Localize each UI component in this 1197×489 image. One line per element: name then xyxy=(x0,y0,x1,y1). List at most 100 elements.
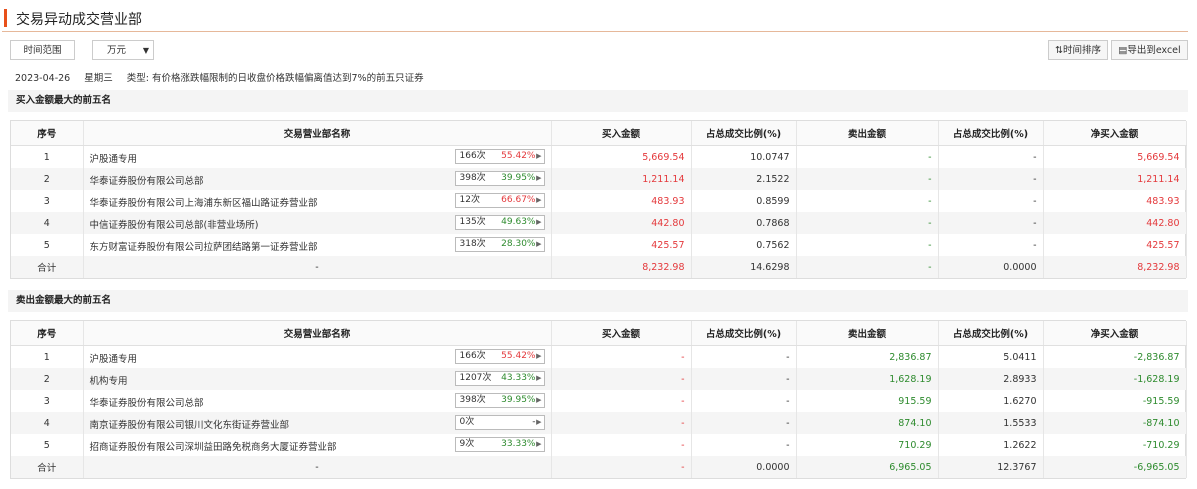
table-row[interactable]: 4 中信证券股份有限公司总部(非营业场所) 135次 49.63% ▶ 442.80 0.7… xyxy=(11,212,1187,234)
total-label: 合计 xyxy=(11,456,84,478)
broker-win-rate: 39.95% xyxy=(501,395,536,405)
row-buy-ratio: 0.7868 xyxy=(691,212,797,234)
table-row[interactable]: 3 华泰证券股份有限公司上海浦东新区福山路证券营业部 12次 66.67% ▶ 483.9… xyxy=(11,190,1187,212)
broker-count: 398次 xyxy=(459,173,486,183)
broker-stat-badge[interactable]: 1207次 43.33% ▶ xyxy=(454,371,545,386)
buy-table-panel: 序号 交易营业部名称 买入金额 占总成交比例(%) 卖出金额 占总成交比例(%)… xyxy=(10,120,1187,279)
broker-stat-badge[interactable]: 12次 66.67% ▶ xyxy=(454,193,545,208)
row-name-cell: 华泰证券股份有限公司上海浦东新区福山路证券营业部 12次 66.67% ▶ xyxy=(83,190,552,212)
total-buy-amount: 8,232.98 xyxy=(551,256,692,278)
time-range-button[interactable]: 时间范围 xyxy=(10,40,75,60)
total-net-amount: 8,232.98 xyxy=(1043,256,1187,278)
row-net-amount: -915.59 xyxy=(1043,390,1187,412)
broker-stat-badge[interactable]: 0次 - ▶ xyxy=(454,415,545,430)
row-sell-ratio: - xyxy=(938,145,1044,168)
row-net-amount: 442.80 xyxy=(1043,212,1187,234)
table-row[interactable]: 4 南京证券股份有限公司银川文化东街证券营业部 0次 - ▶ - -874.10 1.5533… xyxy=(11,412,1187,434)
row-net-amount: -1,628.19 xyxy=(1043,368,1187,390)
total-buy-ratio: 0.0000 xyxy=(691,456,797,478)
row-sell-ratio: 2.8933 xyxy=(938,368,1044,390)
row-buy-ratio: - xyxy=(691,412,797,434)
broker-count: 1207次 xyxy=(459,373,492,383)
broker-name-link[interactable]: 华泰证券股份有限公司上海浦东新区福山路证券营业部 xyxy=(90,195,318,209)
broker-name-link[interactable]: 招商证券股份有限公司深圳益田路免税商务大厦证券营业部 xyxy=(90,439,337,453)
buy-table: 序号 交易营业部名称 买入金额 占总成交比例(%) 卖出金额 占总成交比例(%)… xyxy=(11,121,1187,278)
row-no: 3 xyxy=(11,190,84,212)
table-row[interactable]: 3 华泰证券股份有限公司总部 398次 39.95% ▶ - -915.59 1.6270 -9… xyxy=(11,390,1187,412)
unit-select-value: 万元 xyxy=(107,45,127,56)
row-buy-amount: 1,211.14 xyxy=(551,168,692,190)
chevron-right-icon: ▶ xyxy=(536,152,542,160)
row-sell-ratio: - xyxy=(938,234,1044,256)
broker-stat-badge[interactable]: 318次 28.30% ▶ xyxy=(454,237,545,252)
broker-name-link[interactable]: 机构专用 xyxy=(90,373,128,387)
table-row[interactable]: 1 沪股通专用 166次 55.42% ▶ - -2,836.87 5.0411 -2,836.… xyxy=(11,345,1187,368)
table-row[interactable]: 2 机构专用 1207次 43.33% ▶ - -1,628.19 2.8933 -1,628.… xyxy=(11,368,1187,390)
broker-name-link[interactable]: 沪股通专用 xyxy=(90,351,138,365)
broker-name-link[interactable]: 中信证券股份有限公司总部(非营业场所) xyxy=(90,217,259,231)
row-no: 4 xyxy=(11,412,84,434)
row-buy-amount: - xyxy=(551,434,692,456)
col-header-buy: 买入金额 xyxy=(551,121,692,146)
sort-icon: ⇅ xyxy=(1055,45,1063,56)
title-bar: 交易异动成交营业部 xyxy=(2,5,1188,32)
toolbar: 时间范围 万元 ▼ ⇅时间排序 ▤导出到excel xyxy=(10,40,1190,62)
col-header-name: 交易营业部名称 xyxy=(83,321,552,346)
row-sell-amount: - xyxy=(796,168,939,190)
row-net-amount: -2,836.87 xyxy=(1043,345,1187,368)
info-weekday: 星期三 xyxy=(84,73,113,84)
table-row[interactable]: 2 华泰证券股份有限公司总部 398次 39.95% ▶ 1,211.14 2.1522- -… xyxy=(11,168,1187,190)
broker-stat-badge[interactable]: 398次 39.95% ▶ xyxy=(454,171,545,186)
broker-stat-badge[interactable]: 166次 55.42% ▶ xyxy=(454,149,545,164)
broker-stat-badge[interactable]: 166次 55.42% ▶ xyxy=(454,349,545,364)
table-row[interactable]: 1 沪股通专用 166次 55.42% ▶ 5,669.54 10.0747- -5,669.… xyxy=(11,145,1187,168)
export-excel-button[interactable]: ▤导出到excel xyxy=(1111,40,1188,60)
total-sell-ratio: 0.0000 xyxy=(938,256,1044,278)
col-header-buy-ratio: 占总成交比例(%) xyxy=(691,321,797,346)
broker-win-rate: 49.63% xyxy=(501,217,536,227)
table-row[interactable]: 5 东方财富证券股份有限公司拉萨团结路第一证券营业部 318次 28.30% ▶ 425.… xyxy=(11,234,1187,256)
total-sell-amount: 6,965.05 xyxy=(796,456,939,478)
broker-win-rate: 33.33% xyxy=(501,439,536,449)
chevron-right-icon: ▶ xyxy=(536,240,542,248)
row-sell-amount: 2,836.87 xyxy=(796,345,939,368)
row-buy-amount: - xyxy=(551,368,692,390)
sell-table-panel: 序号 交易营业部名称 买入金额 占总成交比例(%) 卖出金额 占总成交比例(%)… xyxy=(10,320,1187,479)
total-row: 合计 -8,232.98 14.6298-0.0000 8,232.98 xyxy=(11,256,1187,278)
broker-name-link[interactable]: 华泰证券股份有限公司总部 xyxy=(90,395,204,409)
row-sell-amount: - xyxy=(796,145,939,168)
sell-table: 序号 交易营业部名称 买入金额 占总成交比例(%) 卖出金额 占总成交比例(%)… xyxy=(11,321,1187,478)
row-no: 1 xyxy=(11,345,84,368)
total-buy-ratio: 14.6298 xyxy=(691,256,797,278)
broker-stat-badge[interactable]: 9次 33.33% ▶ xyxy=(454,437,545,452)
export-excel-label: 导出到excel xyxy=(1127,45,1181,56)
chevron-right-icon: ▶ xyxy=(536,396,542,404)
time-sort-button[interactable]: ⇅时间排序 xyxy=(1048,40,1108,60)
row-name-cell: 机构专用 1207次 43.33% ▶ xyxy=(83,368,552,390)
row-no: 5 xyxy=(11,434,84,456)
row-net-amount: 483.93 xyxy=(1043,190,1187,212)
time-sort-label: 时间排序 xyxy=(1062,45,1101,56)
chevron-right-icon: ▶ xyxy=(536,374,542,382)
broker-name-link[interactable]: 华泰证券股份有限公司总部 xyxy=(90,173,204,187)
broker-stat-badge[interactable]: 135次 49.63% ▶ xyxy=(454,215,545,230)
total-row: 合计 - -0.0000 6,965.05 12.3767 -6,965.05 xyxy=(11,456,1187,478)
row-buy-amount: - xyxy=(551,390,692,412)
broker-count: 166次 xyxy=(459,351,486,361)
row-buy-ratio: - xyxy=(691,390,797,412)
row-buy-ratio: 10.0747 xyxy=(691,145,797,168)
info-line: 2023-04-26 星期三 类型: 有价格涨跌幅限制的日收盘价格跌幅偏离值达到7… xyxy=(15,70,435,84)
table-row[interactable]: 5 招商证券股份有限公司深圳益田路免税商务大厦证券营业部 9次 33.33% ▶ - -71… xyxy=(11,434,1187,456)
row-no: 4 xyxy=(11,212,84,234)
col-header-sell-ratio: 占总成交比例(%) xyxy=(938,321,1044,346)
unit-select[interactable]: 万元 ▼ xyxy=(92,40,154,60)
broker-win-rate: 66.67% xyxy=(501,195,536,205)
broker-name-link[interactable]: 南京证券股份有限公司银川文化东街证券营业部 xyxy=(90,417,290,431)
broker-name-link[interactable]: 东方财富证券股份有限公司拉萨团结路第一证券营业部 xyxy=(90,239,318,253)
broker-stat-badge[interactable]: 398次 39.95% ▶ xyxy=(454,393,545,408)
row-name-cell: 华泰证券股份有限公司总部 398次 39.95% ▶ xyxy=(83,390,552,412)
excel-icon: ▤ xyxy=(1118,45,1128,56)
row-sell-ratio: 1.2622 xyxy=(938,434,1044,456)
info-type-text: 有价格涨跌幅限制的日收盘价格跌幅偏离值达到7%的前五只证券 xyxy=(152,73,424,84)
broker-name-link[interactable]: 沪股通专用 xyxy=(90,151,138,165)
